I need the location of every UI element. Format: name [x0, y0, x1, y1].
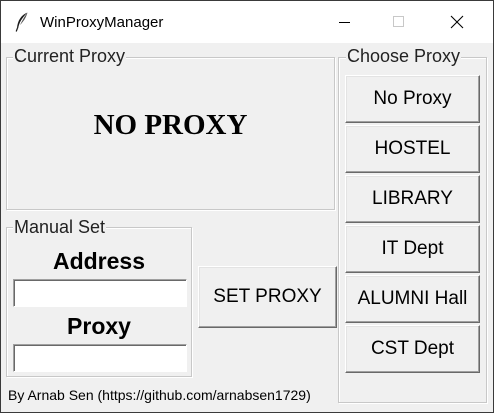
proxy-label: Proxy [67, 313, 131, 339]
close-icon [450, 15, 464, 29]
choose-proxy-label: Choose Proxy [346, 46, 462, 66]
proxy-option-no-proxy[interactable]: No Proxy [345, 75, 480, 123]
feather-icon [15, 12, 29, 32]
title-bar[interactable]: WinProxyManager [1, 1, 493, 43]
minimize-button[interactable] [322, 1, 368, 43]
app-window: WinProxyManager Current Proxy NO PROXY C… [0, 0, 494, 413]
proxy-option-it-dept[interactable]: IT Dept [345, 225, 480, 273]
close-button[interactable] [434, 1, 480, 43]
window-title: WinProxyManager [40, 14, 164, 31]
client-area: Current Proxy NO PROXY Choose Proxy No P… [1, 43, 493, 412]
footer-credit: By Arnab Sen (https://github.com/arnabse… [8, 387, 311, 403]
set-proxy-button[interactable]: SET PROXY [198, 266, 337, 328]
address-label: Address [52, 248, 146, 274]
maximize-icon [393, 16, 404, 27]
maximize-button[interactable] [376, 1, 422, 43]
current-proxy-label: Current Proxy [13, 46, 127, 66]
minimize-icon [339, 22, 350, 23]
manual-set-label: Manual Set [13, 217, 107, 237]
current-proxy-status: NO PROXY [93, 109, 248, 141]
proxy-option-cst-dept[interactable]: CST Dept [345, 325, 480, 373]
proxy-option-hostel[interactable]: HOSTEL [345, 125, 480, 173]
proxy-option-library[interactable]: LIBRARY [345, 175, 480, 223]
address-input[interactable] [13, 279, 187, 307]
proxy-input[interactable] [13, 344, 187, 372]
proxy-option-alumni-hall[interactable]: ALUMNI Hall [345, 275, 480, 323]
